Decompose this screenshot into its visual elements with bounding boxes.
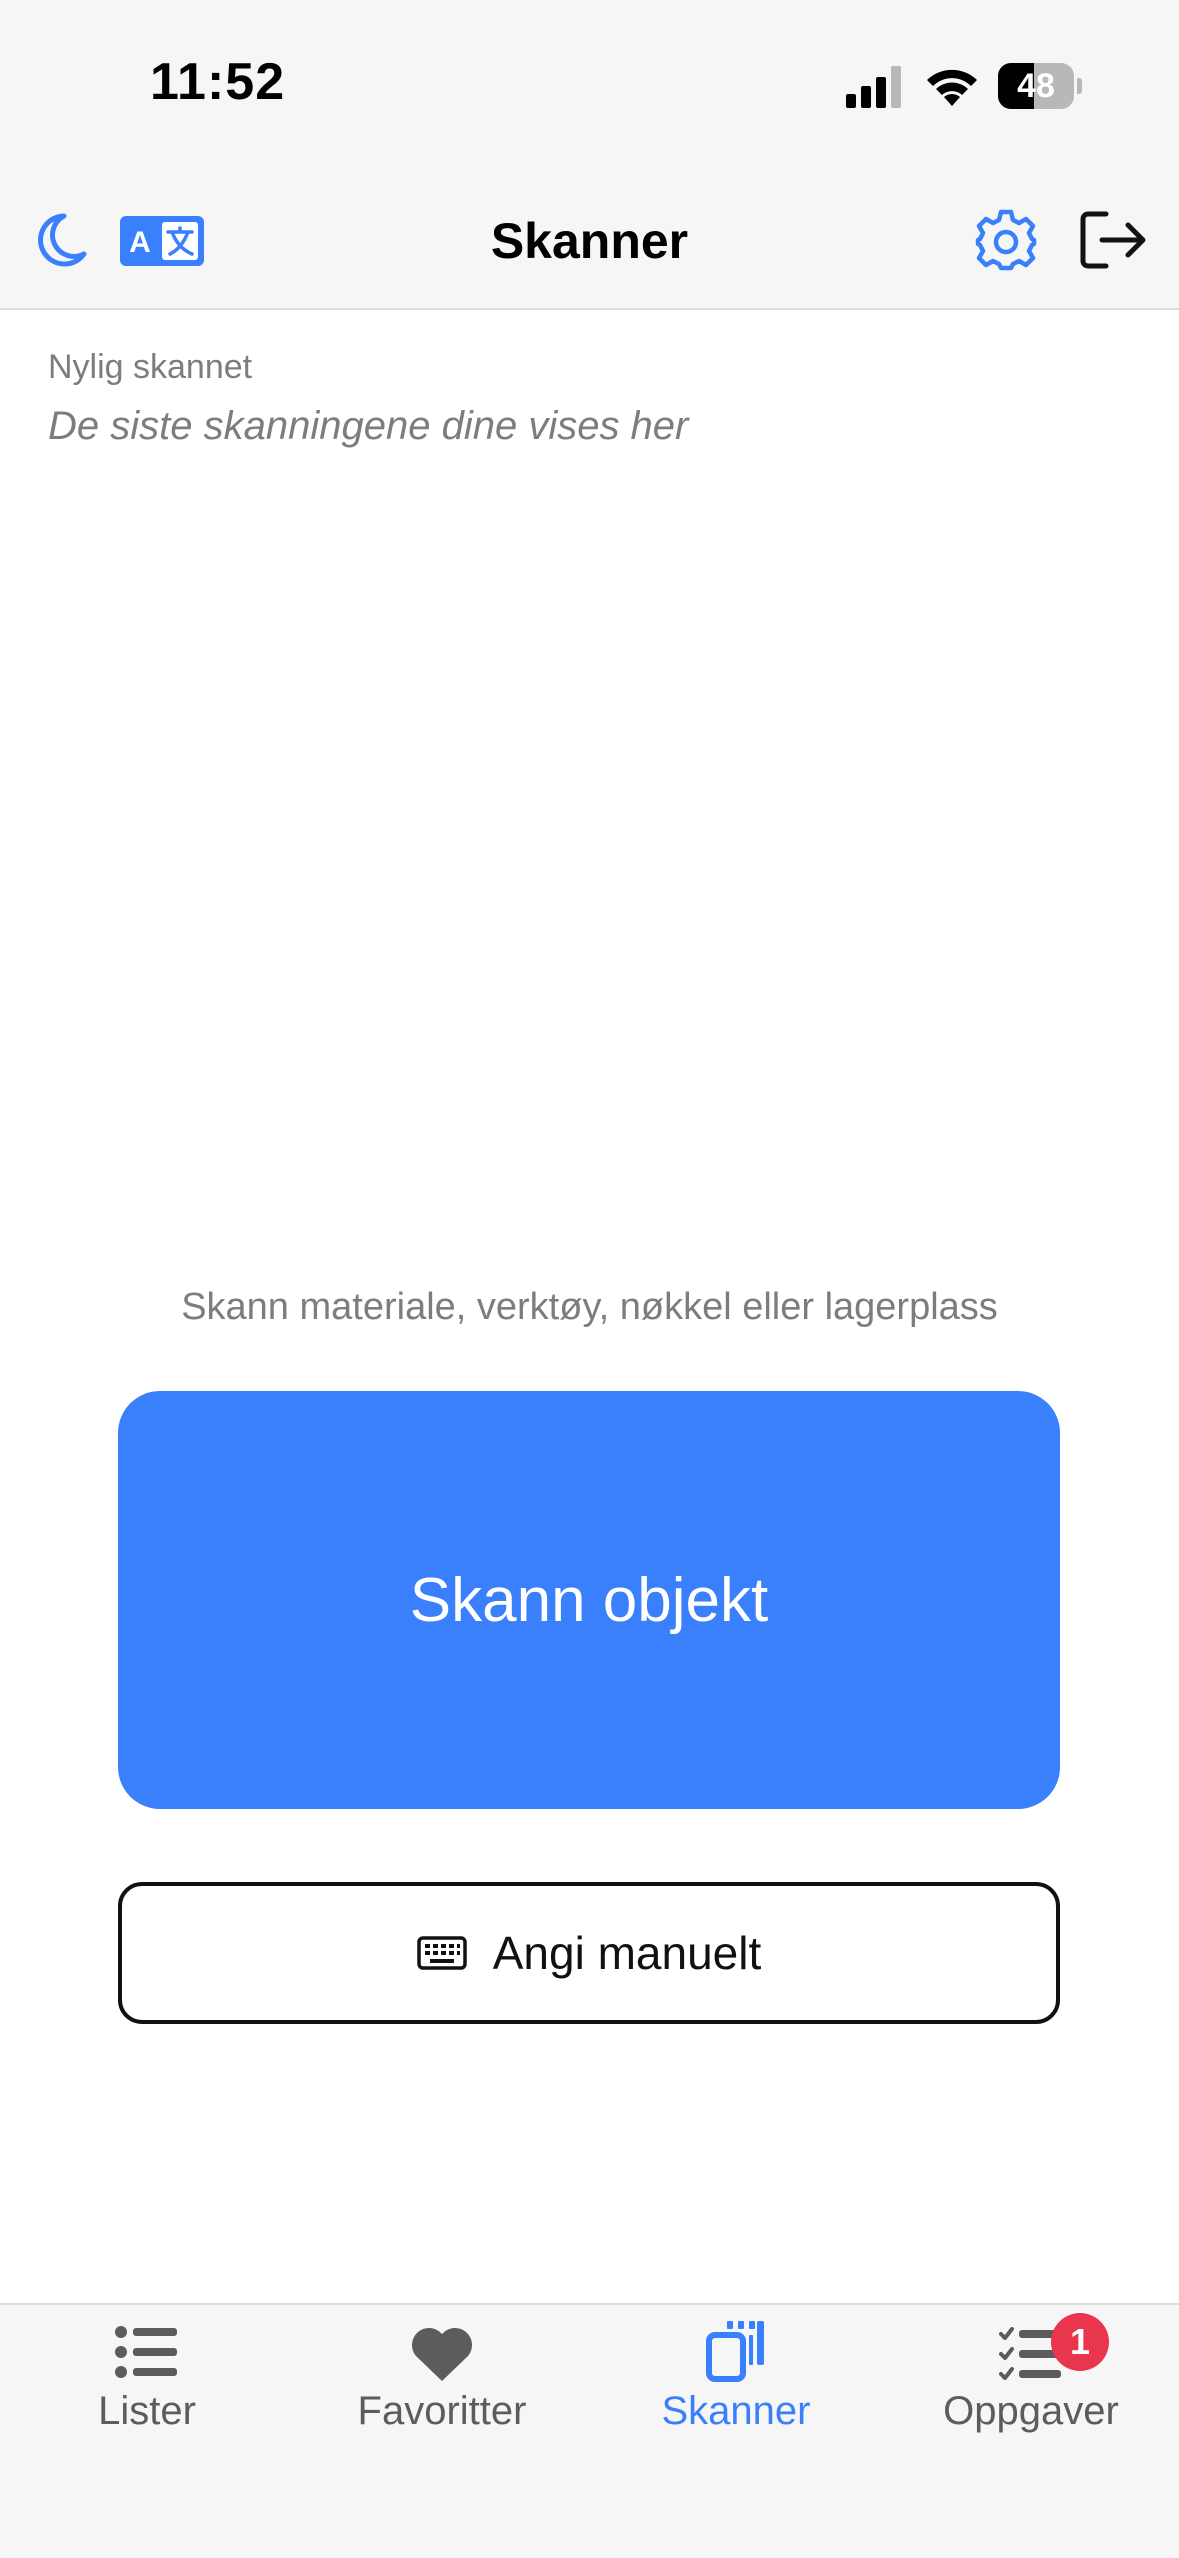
navigation-header: A Skanner: [0, 170, 1179, 310]
notification-badge: 1: [1051, 2313, 1109, 2371]
settings-button[interactable]: [974, 208, 1038, 272]
tab-skanner[interactable]: Skanner: [589, 2305, 883, 2455]
scanner-icon: [706, 2321, 764, 2382]
scan-hint-text: Skann materiale, verktøy, nøkkel eller l…: [181, 1286, 998, 1328]
tab-lister[interactable]: Lister: [0, 2305, 294, 2455]
battery-cap: [1077, 78, 1082, 94]
logout-icon: [1080, 211, 1146, 269]
tab-bar: Lister Favoritter Skanner 1 Oppgaver: [0, 2303, 1179, 2558]
cellular-signal-icon: [846, 66, 901, 108]
tab-favoritter[interactable]: Favoritter: [295, 2305, 589, 2455]
keyboard-icon: [417, 1936, 467, 1970]
battery-level: 48: [1017, 67, 1055, 105]
wifi-icon: [927, 69, 977, 106]
tab-label: Skanner: [661, 2389, 811, 2433]
list-icon: [115, 2326, 177, 2378]
manual-entry-button[interactable]: Angi manuelt: [118, 1882, 1060, 2024]
battery-body: 48: [998, 63, 1074, 109]
recent-scans-heading: Nylig skannet: [48, 348, 253, 386]
tab-label: Oppgaver: [943, 2389, 1119, 2433]
status-time: 11:52: [150, 53, 286, 111]
gear-icon: [975, 209, 1037, 271]
tab-label: Favoritter: [357, 2389, 527, 2433]
battery-indicator: 48: [998, 63, 1082, 109]
status-bar: 11:52 48: [0, 0, 1179, 170]
tab-label: Lister: [98, 2389, 196, 2433]
logout-button[interactable]: [1078, 208, 1148, 272]
heart-icon: [411, 2327, 473, 2381]
manual-entry-label: Angi manuelt: [492, 1927, 762, 1979]
tab-oppgaver[interactable]: 1 Oppgaver: [884, 2305, 1178, 2455]
scan-object-button[interactable]: Skann objekt: [118, 1391, 1060, 1809]
recent-scans-empty-text: De siste skanningene dine vises her: [48, 404, 689, 448]
